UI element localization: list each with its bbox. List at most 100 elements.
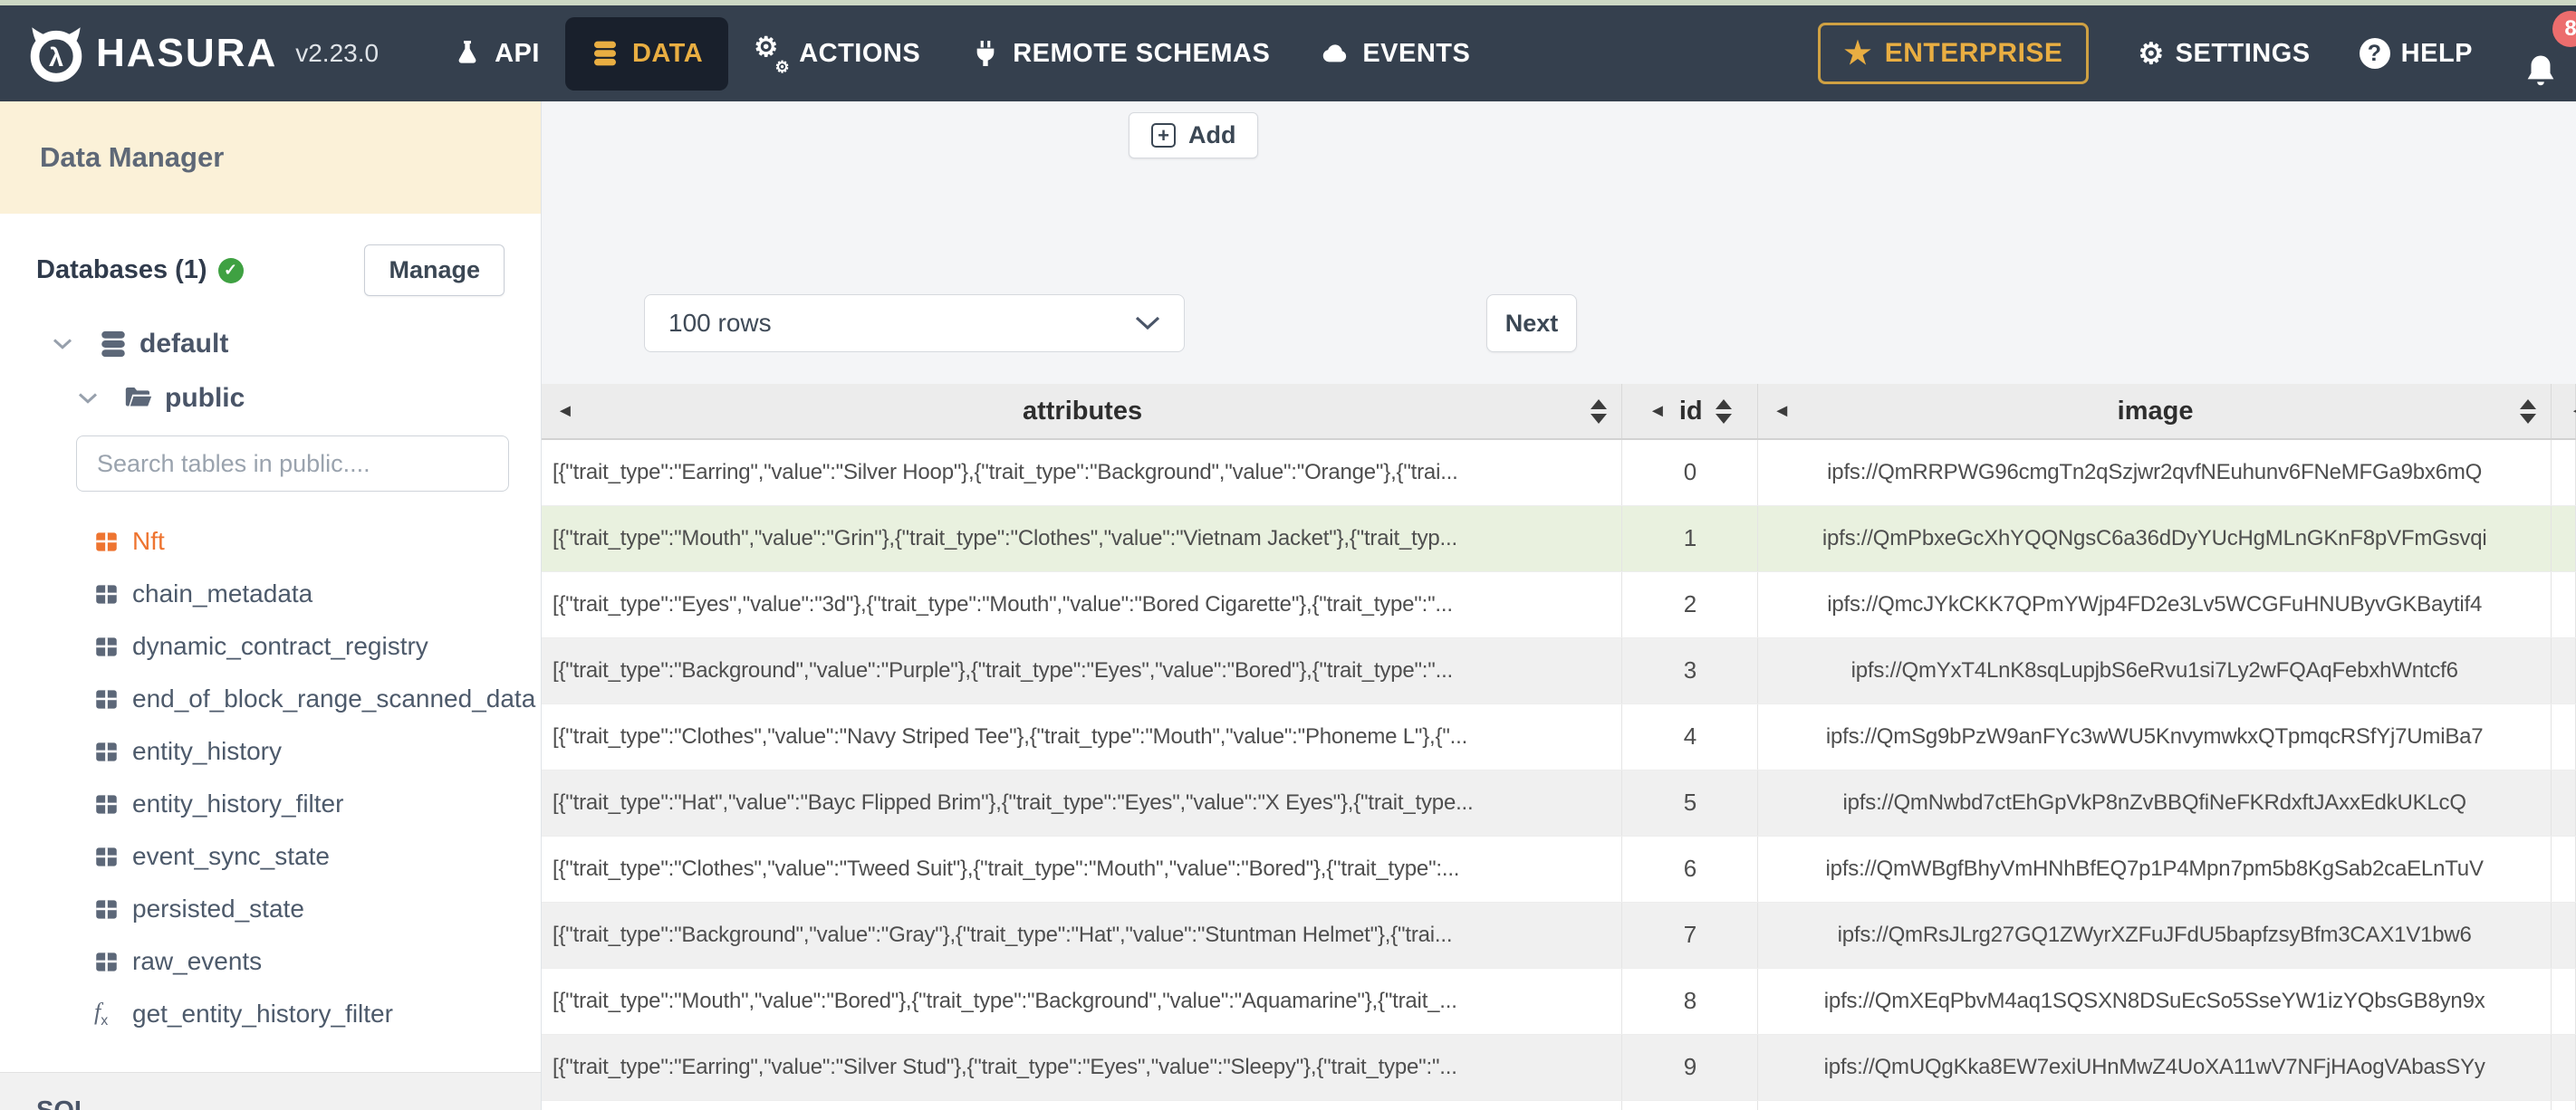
sidebar-table-label: event_sync_state — [132, 842, 330, 870]
navbar: λ HASURA v2.23.0 API DATA ⚙ ⚙ ACTIONS RE… — [0, 5, 2576, 101]
id-cell: 4 — [1621, 703, 1759, 770]
star-icon: ★ — [1843, 36, 1872, 71]
nav-item-remote-schemas[interactable]: REMOTE SCHEMAS — [946, 17, 1295, 91]
sidebar-table-item[interactable]: entity_history — [0, 725, 541, 778]
nav-item-events[interactable]: EVENTS — [1295, 17, 1495, 91]
bell-icon — [2527, 55, 2554, 86]
overflow-cell — [2551, 637, 2576, 704]
id-cell — [1621, 1100, 1759, 1110]
connected-check-icon: ✓ — [217, 257, 244, 283]
overflow-cell — [2551, 505, 2576, 572]
enterprise-button[interactable]: ★ ENTERPRISE — [1817, 23, 2090, 84]
sidebar-table-item[interactable]: raw_events — [0, 935, 541, 988]
manage-button[interactable]: Manage — [364, 244, 505, 296]
table-row: [{"trait_type":"Hat","value":"Bayc Flipp… — [542, 770, 2576, 837]
image-cell: ipfs://QmWBgfBhyVmHNhBfEQ7p1P4Mpn7pm5b8K… — [1757, 836, 2552, 903]
table-row: [{"trait_type":"Clothes","value":"Tweed … — [542, 836, 2576, 903]
overflow-cell — [2551, 1100, 2576, 1110]
next-page-button[interactable]: Next — [1486, 294, 1577, 352]
sidebar-table-item[interactable]: entity_history_filter — [0, 778, 541, 830]
overflow-cell — [2551, 1034, 2576, 1101]
sidebar-table-item[interactable]: Nft — [0, 515, 541, 568]
sidebar-table-label: end_of_block_range_scanned_data — [132, 684, 536, 713]
database-icon — [593, 41, 616, 66]
nav-item-label: ACTIONS — [799, 38, 921, 68]
rows-per-page-select[interactable]: 100 rows — [644, 294, 1185, 352]
image-cell: ipfs://QmNwbd7ctEhGpVkP8nZvBBQfiNeFKRdxf… — [1757, 770, 2552, 837]
sidebar-table-item[interactable]: chain_metadata — [0, 568, 541, 620]
table-icon — [96, 689, 117, 709]
table-row: [{"trait_type":"Earring","value":"Silver… — [542, 1034, 2576, 1101]
overflow-cell — [2551, 902, 2576, 969]
table-row: [{"trait_type":"Mouth","value":"Grin"},{… — [542, 505, 2576, 572]
settings-link[interactable]: ⚙ SETTINGS — [2138, 36, 2310, 71]
table-row: [{"trait_type":"Mouth","value":"Bored"},… — [542, 968, 2576, 1035]
expand-column-icon[interactable]: ◄ — [556, 402, 574, 420]
help-label: HELP — [2400, 38, 2473, 68]
attributes-cell: [{"trait_type":"Earring","value":"Silver… — [542, 439, 1623, 506]
attributes-cell: [{"trait_type":"Background","value":"Pur… — [542, 637, 1623, 704]
pagination-controls: 100 rows Next — [644, 294, 2576, 352]
expand-column-icon[interactable]: ◄ — [1648, 402, 1667, 420]
attributes-cell: [{"trait_type":"Background","value":"Gra… — [542, 902, 1623, 969]
folder-open-icon — [125, 387, 152, 407]
brand[interactable]: λ HASURA v2.23.0 — [27, 24, 379, 82]
table-header-row: ◄ attributes ◄ id ◄ image — [542, 384, 2576, 440]
plus-icon: + — [1151, 123, 1176, 148]
table-icon — [96, 794, 117, 814]
sidebar-table-item[interactable]: persisted_state — [0, 883, 541, 935]
sidebar-table-label: chain_metadata — [132, 579, 313, 608]
sidebar-footer: SQL — [0, 1072, 541, 1110]
table-row: [{"trait_type":"Eyes","value":"3d"},{"tr… — [542, 571, 2576, 638]
sidebar-table-label: dynamic_contract_registry — [132, 632, 428, 660]
nav-item-data[interactable]: DATA — [564, 16, 729, 91]
attributes-cell: [{"trait_type":"Clothes","value":"Tweed … — [542, 836, 1623, 903]
tree-item-public[interactable]: public — [0, 383, 541, 414]
notifications-button[interactable]: 8 — [2522, 11, 2576, 92]
nav-item-label: EVENTS — [1362, 38, 1471, 68]
column-header-image: image — [2117, 396, 2194, 426]
nav-item-api[interactable]: API — [428, 17, 565, 91]
image-cell: ipfs://QmSg9bPzW9anFYc3wWU5KnvymwkxQTpmq… — [1757, 703, 2552, 770]
sort-icon[interactable] — [2519, 398, 2536, 424]
id-cell: 1 — [1621, 505, 1759, 572]
gears-icon: ⚙ ⚙ — [754, 33, 791, 76]
add-button-label: Add — [1188, 121, 1236, 148]
image-cell: ipfs://QmPbxeGcXhYQQNgsC6a36dDyYUcHgMLnG… — [1757, 505, 2552, 572]
sidebar-table-item[interactable]: event_sync_state — [0, 830, 541, 883]
attributes-cell: [{"trait_type":"Mouth","value":"Bored"},… — [542, 968, 1623, 1035]
search-input[interactable] — [76, 435, 509, 492]
table-row — [542, 1100, 2576, 1110]
expand-column-icon[interactable]: ◄ — [1773, 402, 1791, 420]
expand-column-icon[interactable]: ◄ — [2570, 402, 2576, 420]
sort-icon[interactable] — [1591, 398, 1608, 424]
id-cell: 2 — [1621, 571, 1759, 638]
plug-icon — [976, 41, 995, 66]
image-cell: ipfs://QmRsJLrg27GQ1ZWyrXZFuJFdU5bapfzsy… — [1757, 902, 2552, 969]
overflow-cell — [2551, 571, 2576, 638]
table-row: [{"trait_type":"Background","value":"Pur… — [542, 637, 2576, 704]
add-row-button[interactable]: + Add — [1129, 112, 1259, 158]
table-icon — [96, 952, 117, 971]
attributes-cell: [{"trait_type":"Clothes","value":"Navy S… — [542, 703, 1623, 770]
nav-item-actions[interactable]: ⚙ ⚙ ACTIONS — [728, 15, 946, 91]
overflow-cell — [2551, 770, 2576, 837]
sidebar-header: Data Manager — [0, 101, 541, 214]
settings-label: SETTINGS — [2175, 38, 2311, 68]
flask-icon — [458, 41, 476, 63]
sidebar-function-item[interactable]: fx get_entity_history_filter — [0, 988, 541, 1040]
sidebar-table-item[interactable]: dynamic_contract_registry — [0, 620, 541, 673]
sidebar-table-label: entity_history — [132, 737, 282, 765]
tree-item-default[interactable]: default — [0, 329, 541, 359]
sidebar-table-item[interactable]: end_of_block_range_scanned_data — [0, 673, 541, 725]
help-link[interactable]: ? HELP — [2359, 38, 2473, 69]
nav-item-label: REMOTE SCHEMAS — [1013, 38, 1271, 68]
overflow-cell — [2551, 836, 2576, 903]
sql-link[interactable]: SQL — [36, 1096, 91, 1110]
id-cell: 0 — [1621, 439, 1759, 506]
id-cell: 3 — [1621, 637, 1759, 704]
navbar-right: ★ ENTERPRISE ⚙ SETTINGS ? HELP 8 — [1817, 11, 2576, 92]
table-icon — [96, 636, 117, 656]
overflow-cell — [2551, 439, 2576, 506]
sort-icon[interactable] — [1715, 398, 1732, 424]
